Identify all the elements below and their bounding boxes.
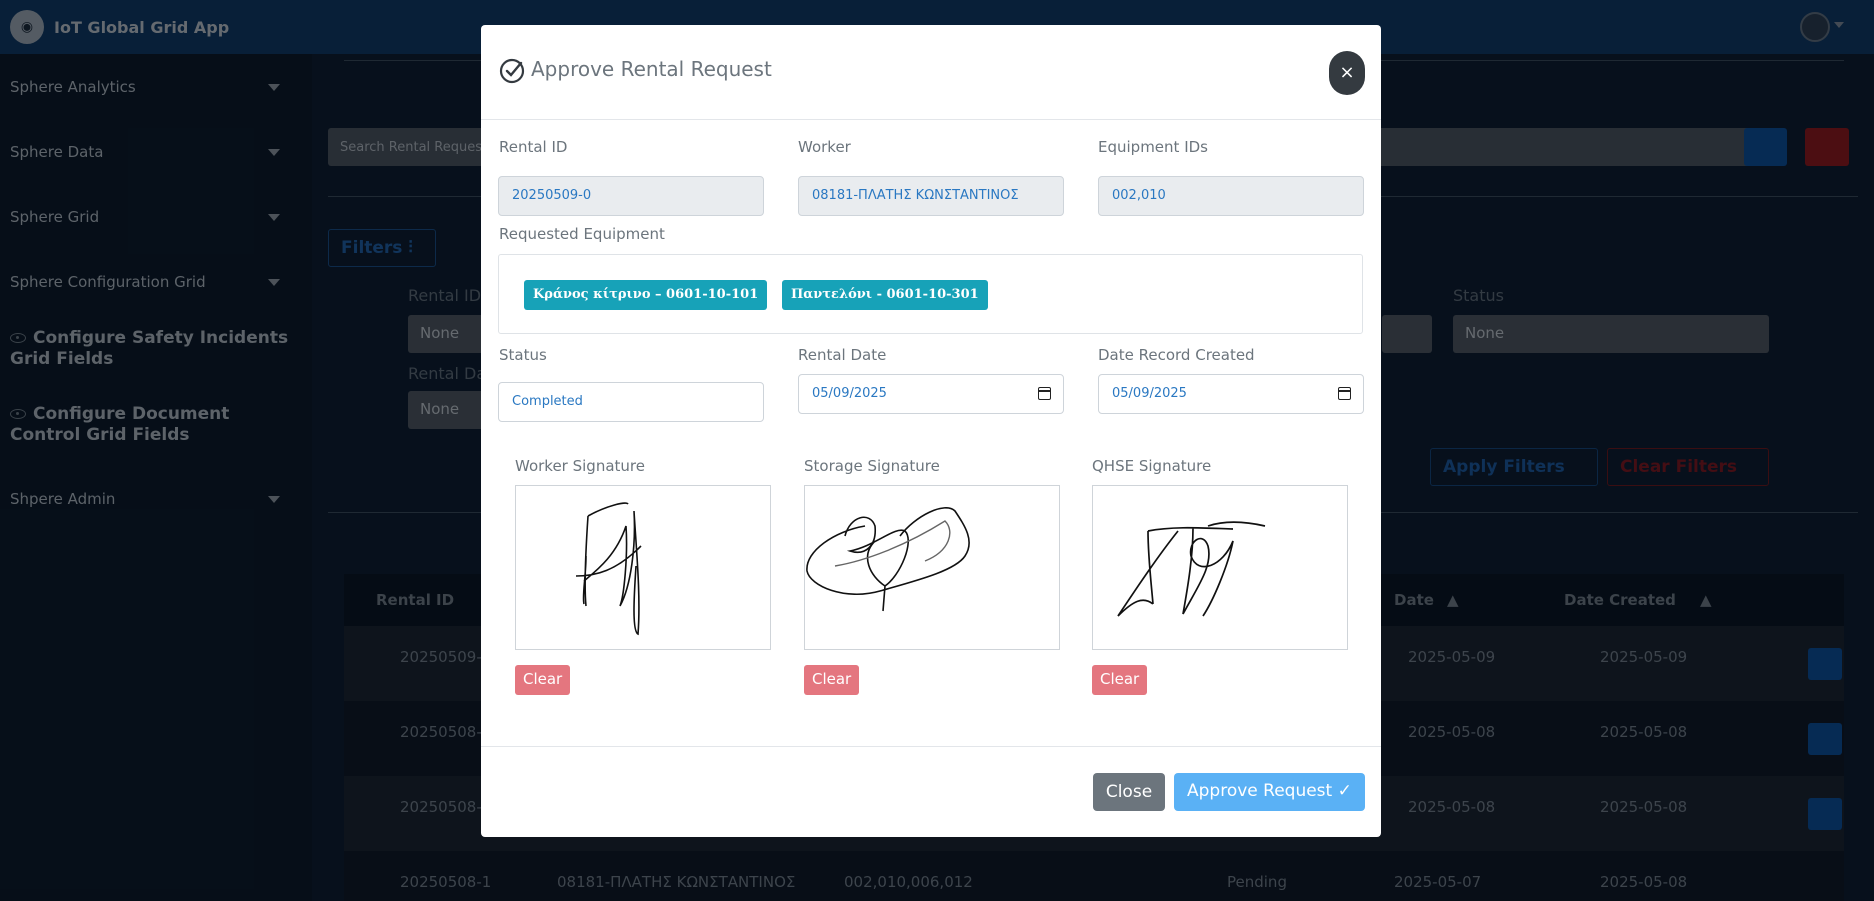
equipment-badge: Παντελόνι - 0601-10-301 xyxy=(782,280,988,310)
rental-id-field[interactable]: 20250509-0 xyxy=(498,176,764,216)
qhse-signature-image xyxy=(1117,521,1266,617)
date-created-value: 05/09/2025 xyxy=(1112,386,1187,401)
equipment-badge: Κράνος κίτρινο – 0601-10-101 xyxy=(524,280,768,310)
clear-worker-signature-button[interactable]: Clear xyxy=(515,665,571,695)
date-created-label: Date Record Created xyxy=(1098,346,1255,364)
equipment-ids-label: Equipment IDs xyxy=(1098,138,1208,156)
worker-label: Worker xyxy=(798,138,851,156)
rental-date-label: Rental Date xyxy=(798,346,887,364)
calendar-icon[interactable] xyxy=(1038,387,1051,400)
close-icon[interactable]: × xyxy=(1329,51,1365,95)
rental-id-label: Rental ID xyxy=(499,138,568,156)
approve-rental-modal: Approve Rental Request × Rental ID 20250… xyxy=(481,25,1381,837)
equipment-ids-field[interactable]: 002,010 xyxy=(1098,176,1364,216)
calendar-icon[interactable] xyxy=(1338,387,1351,400)
clear-qhse-signature-button[interactable]: Clear xyxy=(1092,665,1148,695)
modal-title: Approve Rental Request xyxy=(531,57,772,81)
qhse-signature-pad[interactable] xyxy=(1092,485,1348,650)
approve-request-button[interactable]: Approve Request ✓ xyxy=(1174,773,1365,811)
qhse-signature-label: QHSE Signature xyxy=(1092,457,1212,475)
requested-equipment-box: Κράνος κίτρινο – 0601-10-101 Παντελόνι -… xyxy=(498,254,1363,334)
worker-signature-label: Worker Signature xyxy=(515,457,645,475)
storage-signature-image xyxy=(806,507,970,612)
modal-header: Approve Rental Request × xyxy=(481,25,1381,120)
worker-field[interactable]: 08181-ΠΛΑΤΗΣ ΚΩΝΣΤΑΝΤΙΝΟΣ xyxy=(798,176,1064,216)
status-field[interactable]: Completed xyxy=(498,382,764,422)
rental-date-value: 05/09/2025 xyxy=(812,386,887,401)
status-label: Status xyxy=(499,346,547,364)
check-circle-icon xyxy=(499,58,525,84)
requested-equipment-label: Requested Equipment xyxy=(499,225,665,243)
clear-storage-signature-button[interactable]: Clear xyxy=(804,665,860,695)
date-created-field[interactable]: 05/09/2025 xyxy=(1098,374,1364,414)
storage-signature-label: Storage Signature xyxy=(804,457,940,475)
modal-footer-divider xyxy=(481,746,1381,747)
rental-date-field[interactable]: 05/09/2025 xyxy=(798,374,1064,414)
storage-signature-pad[interactable] xyxy=(804,485,1060,650)
worker-signature-image xyxy=(575,502,642,636)
close-button[interactable]: Close xyxy=(1093,773,1165,811)
worker-signature-pad[interactable] xyxy=(515,485,771,650)
